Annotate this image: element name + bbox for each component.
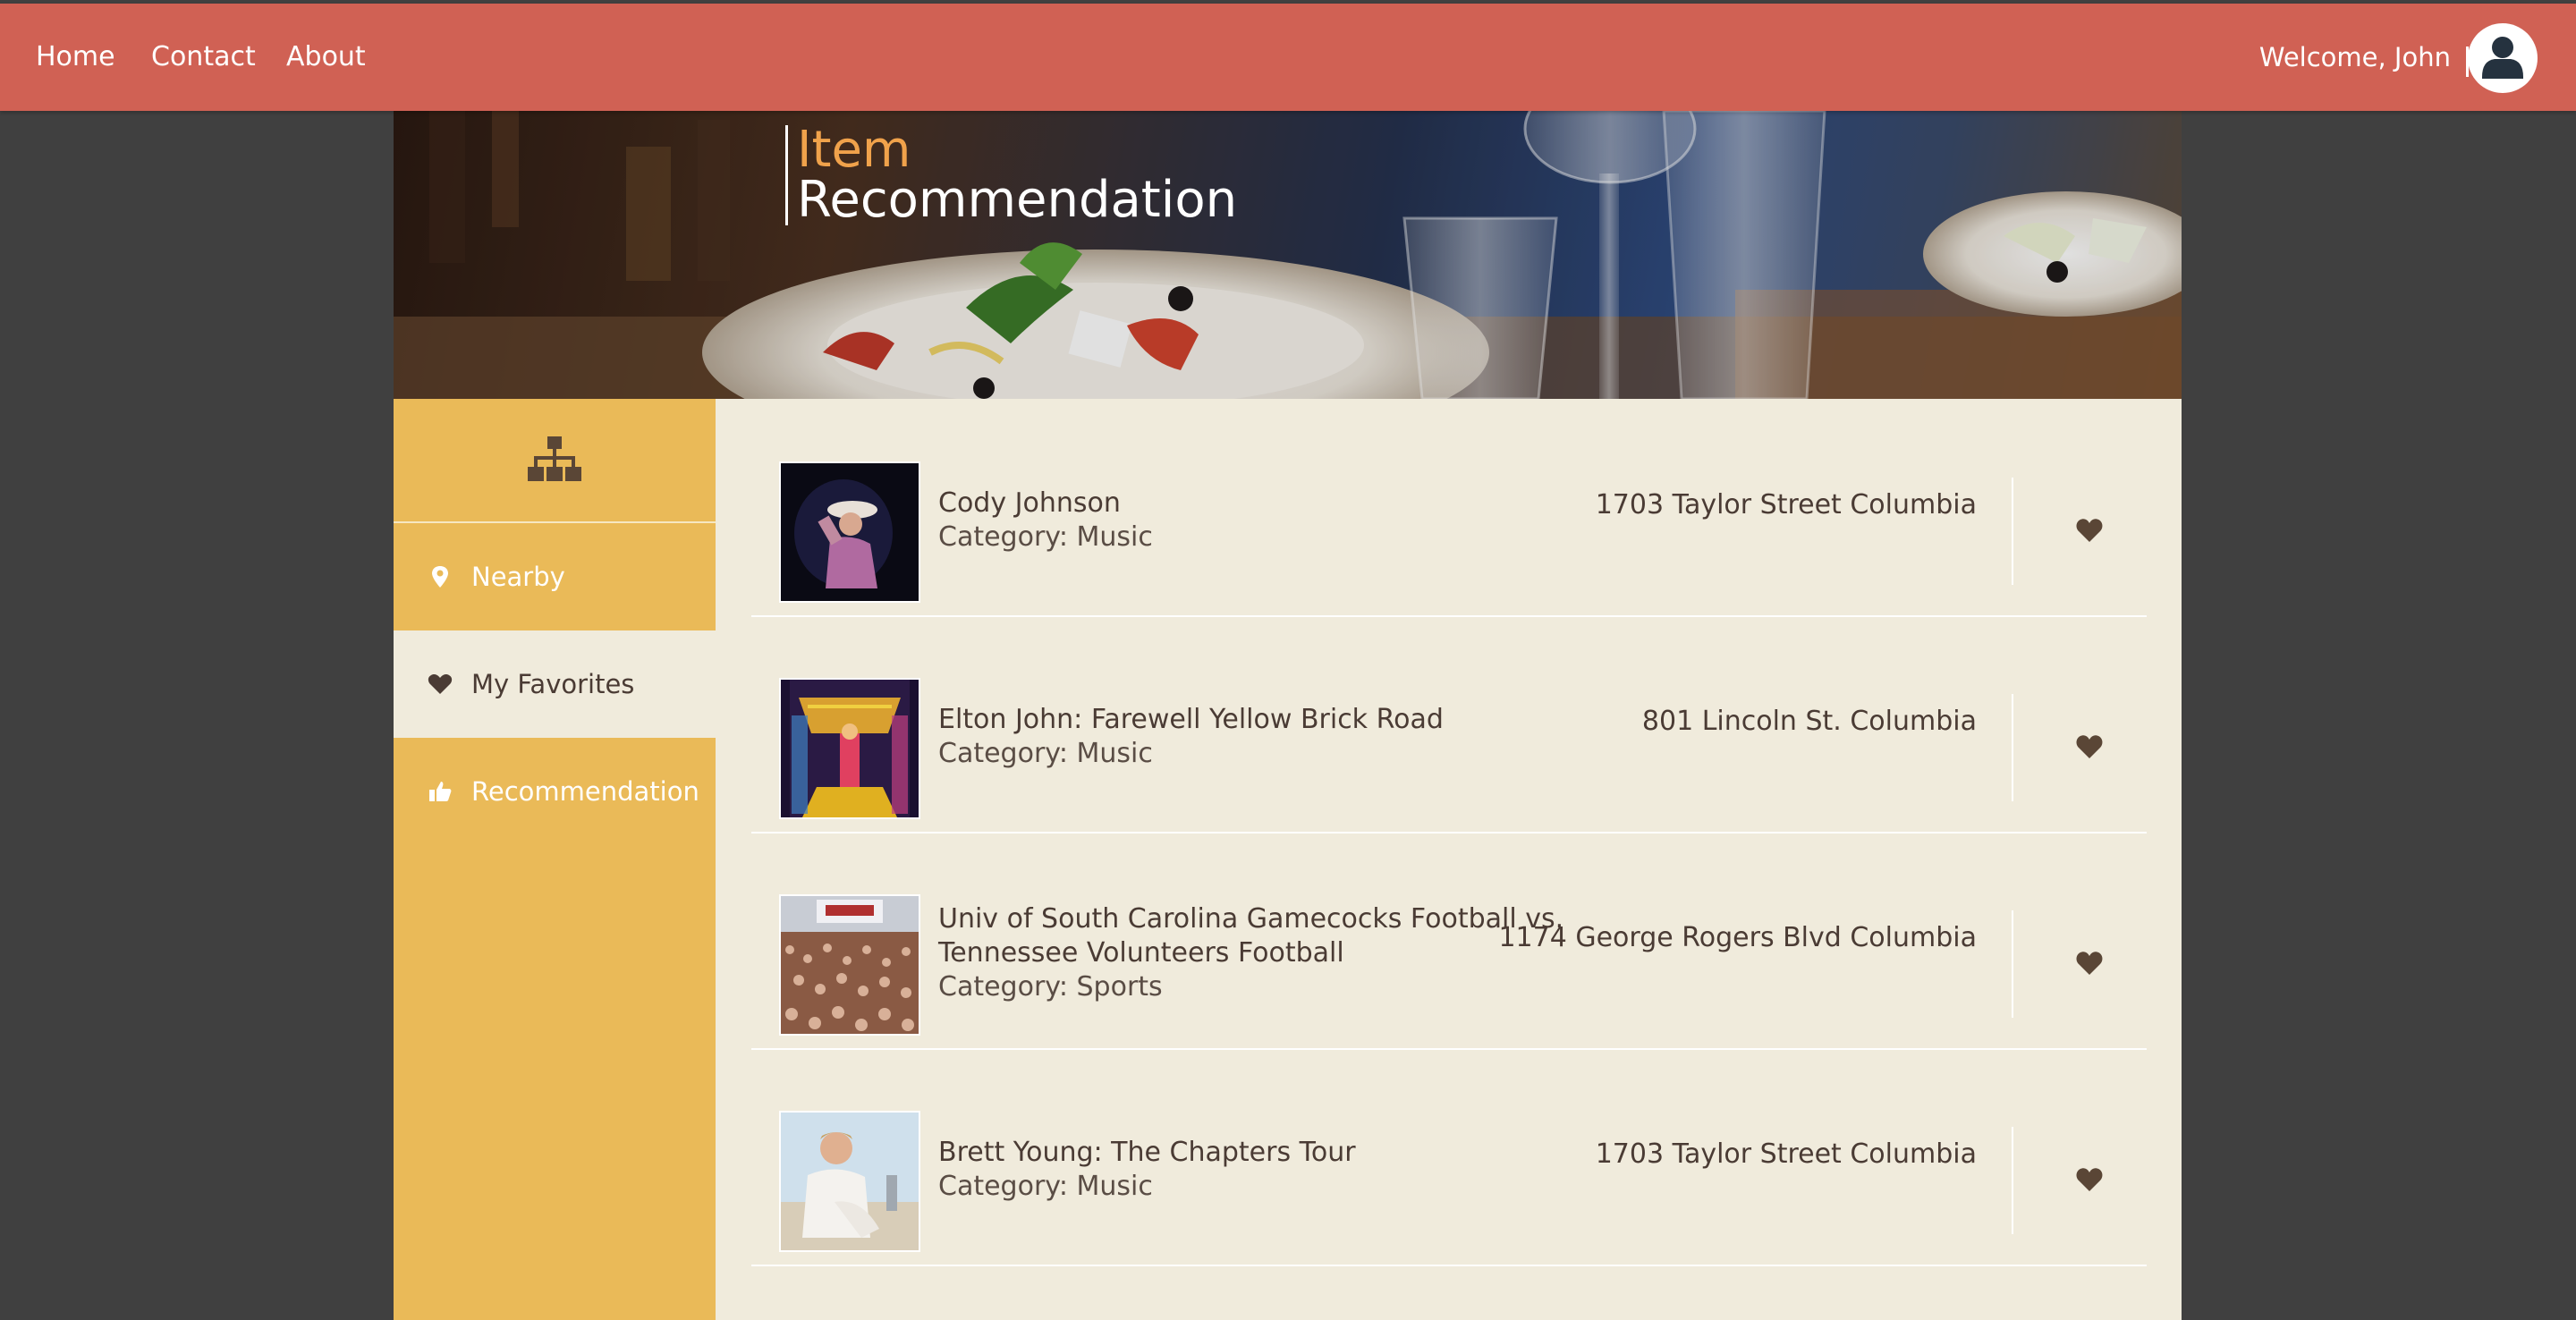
thumbs-up-icon (429, 782, 452, 801)
item-address: 1703 Taylor Street Columbia (1595, 489, 1977, 520)
sidebar-logo (394, 399, 716, 523)
page-title-line1: Item (797, 121, 911, 179)
page-title-line2: Recommendation (797, 171, 1238, 229)
top-navbar: Home Contact About Welcome, John (0, 4, 2576, 111)
list-item[interactable]: Elton John: Farewell Yellow Brick Road C… (751, 615, 2147, 833)
heart-icon (428, 674, 453, 694)
main-container: Item Recommendation Nearby My Favorites … (394, 111, 2182, 1320)
item-name[interactable]: Brett Young: The Chapters Tour (938, 1136, 1356, 1170)
sidebar-item-label: Recommendation (471, 776, 699, 807)
banner-restaurant-image (394, 111, 2182, 399)
item-info: Brett Young: The Chapters Tour Category:… (938, 1136, 1356, 1204)
item-name[interactable]: Elton John: Farewell Yellow Brick Road (938, 703, 1444, 737)
favorite-heart-icon[interactable] (2075, 1166, 2104, 1193)
sidebar-item-label: Nearby (471, 562, 565, 592)
list-item[interactable]: Cody Johnson Category: Music 1703 Taylor… (751, 399, 2147, 617)
user-icon (2482, 37, 2523, 79)
divider (2012, 694, 2013, 801)
welcome-text: Welcome, John (2258, 42, 2451, 72)
item-address: 1703 Taylor Street Columbia (1595, 1138, 1977, 1170)
header-banner: Item Recommendation (394, 111, 2182, 399)
user-avatar[interactable] (2468, 23, 2538, 93)
item-thumbnail[interactable] (779, 461, 920, 603)
item-name[interactable]: Cody Johnson (938, 487, 1153, 520)
favorite-heart-icon[interactable] (2075, 733, 2104, 760)
sidebar: Nearby My Favorites Recommendation (394, 399, 716, 1320)
item-thumbnail[interactable] (779, 894, 920, 1036)
favorite-heart-icon[interactable] (2075, 517, 2104, 544)
item-address: 1174 George Rogers Blvd Columbia (1498, 922, 1977, 953)
nav-about-link[interactable]: About (286, 4, 366, 111)
sidebar-item-nearby[interactable]: Nearby (394, 523, 716, 630)
sidebar-item-label: My Favorites (471, 669, 635, 699)
list-item[interactable]: Univ of South Carolina Gamecocks Footbal… (751, 832, 2147, 1050)
divider (2012, 910, 2013, 1018)
nav-contact-link[interactable]: Contact (151, 4, 256, 111)
item-thumbnail[interactable] (779, 678, 920, 819)
nav-home-link[interactable]: Home (36, 4, 115, 111)
item-info: Cody Johnson Category: Music (938, 487, 1153, 554)
divider (2012, 478, 2013, 585)
sidebar-item-recommendation[interactable]: Recommendation (394, 738, 716, 845)
divider (2012, 1127, 2013, 1234)
map-marker-icon (432, 566, 448, 588)
page-title: Item Recommendation (785, 125, 1237, 225)
sidebar-item-my-favorites[interactable]: My Favorites (394, 630, 716, 738)
item-name[interactable]: Univ of South Carolina Gamecocks Footbal… (938, 902, 1564, 970)
item-category: Category: Music (938, 738, 1153, 769)
favorite-heart-icon[interactable] (2075, 950, 2104, 977)
item-info: Elton John: Farewell Yellow Brick Road C… (938, 703, 1444, 771)
item-address: 801 Lincoln St. Columbia (1641, 706, 1977, 737)
item-info: Univ of South Carolina Gamecocks Footbal… (938, 902, 1564, 1004)
item-category: Category: Sports (938, 971, 1163, 1003)
item-category: Category: Music (938, 521, 1153, 553)
item-thumbnail[interactable] (779, 1111, 920, 1252)
list-item[interactable]: Brett Young: The Chapters Tour Category:… (751, 1048, 2147, 1266)
sitemap-icon (528, 436, 581, 481)
item-category: Category: Music (938, 1171, 1153, 1202)
